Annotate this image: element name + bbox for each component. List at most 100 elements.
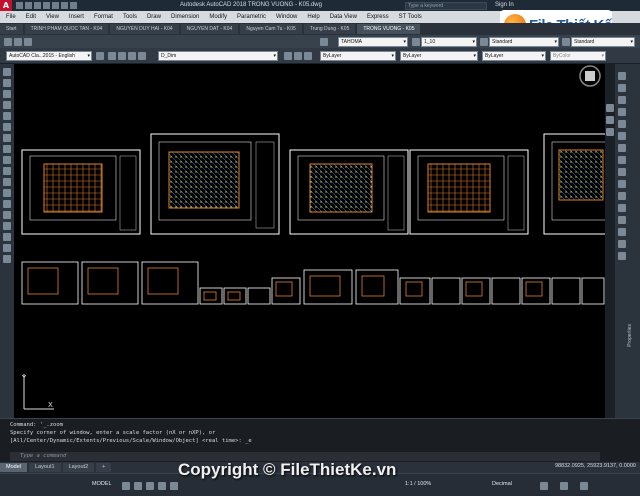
menu-draw[interactable]: Draw	[147, 14, 161, 20]
autocad-app-icon[interactable]: A	[0, 0, 12, 11]
mirror-icon[interactable]	[618, 96, 626, 104]
layer-select[interactable]: D_Dim	[158, 51, 278, 61]
plot-style-select[interactable]: ByColor	[550, 51, 606, 61]
circle-icon[interactable]	[3, 134, 11, 142]
gradient-icon[interactable]	[3, 222, 11, 230]
ellipse-icon[interactable]	[3, 167, 11, 175]
add-layout-button[interactable]: +	[96, 463, 112, 472]
linetype-select[interactable]: ByLayer	[400, 51, 478, 61]
menu-help[interactable]: Help	[307, 14, 319, 20]
spline-icon[interactable]	[3, 156, 11, 164]
file-tab[interactable]: NGUYEN DAT - K04	[180, 24, 239, 34]
file-tab[interactable]: NGUYEN DUY HAI - K04	[110, 24, 179, 34]
drawing-canvas[interactable]: Y X	[14, 64, 605, 418]
table-icon[interactable]	[3, 244, 11, 252]
layer-icon[interactable]	[138, 52, 146, 60]
viewcube-icon[interactable]	[579, 65, 601, 87]
menu-insert[interactable]: Insert	[69, 14, 84, 20]
menu-parametric[interactable]: Parametric	[237, 14, 266, 20]
annotation-scale[interactable]: 1:1 / 100%	[405, 481, 431, 487]
pan-icon[interactable]	[606, 104, 614, 112]
toolbar-icon[interactable]	[4, 38, 12, 46]
text-style-select[interactable]: TAHOMA	[338, 37, 408, 47]
orbit-icon[interactable]	[606, 128, 614, 136]
file-tab[interactable]: Trung Dung - K05	[303, 24, 356, 34]
explode-icon[interactable]	[618, 252, 626, 260]
polyline-icon[interactable]	[3, 90, 11, 98]
settings-icon[interactable]	[96, 52, 104, 60]
menu-tools[interactable]: Tools	[123, 14, 137, 20]
menu-data-view[interactable]: Data View	[330, 14, 357, 20]
ortho-icon[interactable]	[146, 482, 154, 490]
insert-block-icon[interactable]	[3, 178, 11, 186]
file-tab[interactable]: TRINH PHAM QUOC TAN - K04	[24, 24, 109, 34]
array-icon[interactable]	[618, 120, 626, 128]
hatch-icon[interactable]	[3, 211, 11, 219]
plot-icon[interactable]	[52, 2, 59, 9]
units-select[interactable]: Decimal	[492, 481, 512, 487]
layer-icon[interactable]	[294, 52, 302, 60]
menu-express[interactable]: Express	[367, 14, 389, 20]
save-icon[interactable]	[34, 2, 41, 9]
point-icon[interactable]	[3, 200, 11, 208]
menu-format[interactable]: Format	[94, 14, 113, 20]
arc-icon[interactable]	[3, 123, 11, 131]
tab-layout1[interactable]: Layout1	[28, 463, 61, 472]
make-block-icon[interactable]	[3, 189, 11, 197]
layer-icon[interactable]	[284, 52, 292, 60]
dim-style-select[interactable]: Standard	[489, 37, 559, 47]
open-icon[interactable]	[25, 2, 32, 9]
menu-st-tools[interactable]: ST Tools	[399, 14, 422, 20]
saveas-icon[interactable]	[43, 2, 50, 9]
lineweight-select[interactable]: ByLayer	[482, 51, 546, 61]
menu-dimension[interactable]: Dimension	[171, 14, 199, 20]
file-tab[interactable]: Nguyen Cam Tu - K05	[240, 24, 302, 34]
revcloud-icon[interactable]	[3, 145, 11, 153]
search-input[interactable]: Type a keyword	[405, 2, 487, 10]
copy-icon[interactable]	[618, 84, 626, 92]
menu-window[interactable]: Window	[276, 14, 297, 20]
polygon-icon[interactable]	[3, 101, 11, 109]
workspace-select[interactable]: AutoCAD Cla...2015 - English	[6, 51, 92, 61]
layer-icon[interactable]	[118, 52, 126, 60]
redo-icon[interactable]	[70, 2, 77, 9]
toolbar-icon[interactable]	[14, 38, 22, 46]
line-icon[interactable]	[3, 68, 11, 76]
rotate-icon[interactable]	[618, 144, 626, 152]
trim-icon[interactable]	[618, 180, 626, 188]
erase-icon[interactable]	[618, 72, 626, 80]
workspace-icon[interactable]	[540, 482, 548, 490]
menu-view[interactable]: View	[46, 14, 59, 20]
model-space-button[interactable]: MODEL	[92, 481, 112, 487]
layer-properties-icon[interactable]	[108, 52, 116, 60]
construction-line-icon[interactable]	[3, 79, 11, 87]
osnap-icon[interactable]	[170, 482, 178, 490]
file-tab-start[interactable]: Start	[0, 24, 23, 34]
rectangle-icon[interactable]	[3, 112, 11, 120]
fillet-icon[interactable]	[618, 240, 626, 248]
extend-icon[interactable]	[618, 192, 626, 200]
join-icon[interactable]	[618, 216, 626, 224]
tab-layout2[interactable]: Layout2	[62, 463, 95, 472]
chamfer-icon[interactable]	[618, 228, 626, 236]
fullscreen-icon[interactable]	[580, 482, 588, 490]
dim-scale-select[interactable]: 1_10	[421, 37, 477, 47]
menu-edit[interactable]: Edit	[26, 14, 36, 20]
grid-icon[interactable]	[122, 482, 130, 490]
new-icon[interactable]	[16, 2, 23, 9]
layer-icon[interactable]	[128, 52, 136, 60]
break-icon[interactable]	[618, 204, 626, 212]
scale-icon[interactable]	[618, 156, 626, 164]
polar-icon[interactable]	[158, 482, 166, 490]
move-icon[interactable]	[618, 132, 626, 140]
customize-icon[interactable]	[560, 482, 568, 490]
menu-modify[interactable]: Modify	[209, 14, 227, 20]
color-select[interactable]: ByLayer	[320, 51, 396, 61]
properties-palette-tab[interactable]: Properties	[627, 324, 633, 347]
undo-icon[interactable]	[61, 2, 68, 9]
region-icon[interactable]	[3, 233, 11, 241]
stretch-icon[interactable]	[618, 168, 626, 176]
zoom-icon[interactable]	[606, 116, 614, 124]
offset-icon[interactable]	[618, 108, 626, 116]
file-tab-active[interactable]: TRONG VUONG - K05	[357, 24, 421, 34]
